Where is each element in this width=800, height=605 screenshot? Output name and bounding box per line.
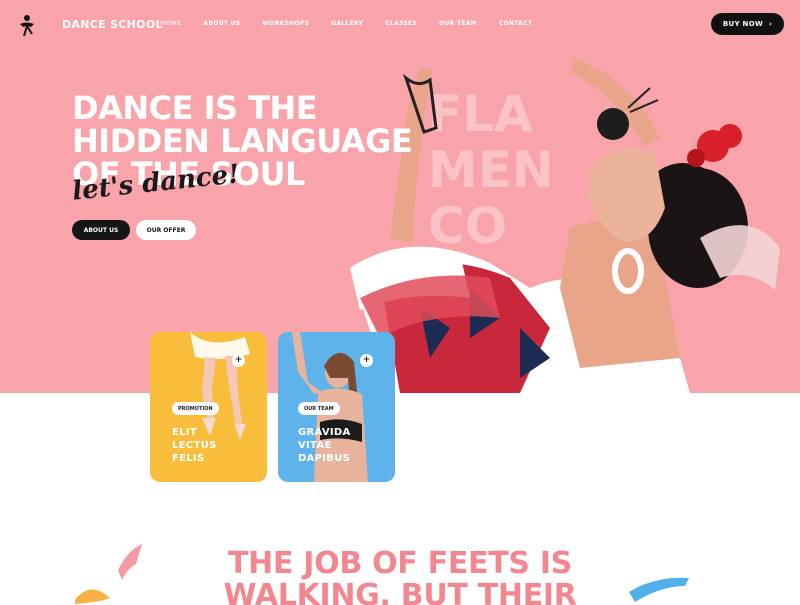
card-title-line: LECTUS <box>172 440 217 451</box>
promotion-card-title: ELIT LECTUS FELIS <box>172 426 252 465</box>
main-nav: HOME ABOUT US WORKSHOPS GALLERY CLASSES … <box>160 20 554 27</box>
dance-logo-icon[interactable] <box>14 12 40 38</box>
chevron-right-icon: › <box>768 20 773 28</box>
nav-our-team[interactable]: OUR TEAM <box>439 20 477 27</box>
nav-about-us[interactable]: ABOUT US <box>203 20 240 27</box>
plus-icon[interactable]: + <box>232 354 245 367</box>
card-title-line: GRAVIDA <box>298 427 351 438</box>
card-title-line: VITAE <box>298 440 332 451</box>
card-title-line: FELIS <box>172 453 205 464</box>
section-tagline: THE JOB OF FEETS IS WALKING, BUT THEIR <box>0 548 800 605</box>
tagline-line-2: WALKING, BUT THEIR <box>223 578 577 605</box>
buy-now-label: BUY NOW <box>722 20 763 28</box>
plus-icon[interactable]: + <box>360 354 373 367</box>
headline-line-2: HIDDEN LANGUAGE <box>72 122 413 160</box>
our-team-card-title: GRAVIDA VITAE DAPIBUS <box>298 426 378 465</box>
our-team-tag: OUR TEAM <box>298 402 340 415</box>
card-title-line: DAPIBUS <box>298 453 351 464</box>
promotion-tag: PROMOTION <box>172 402 219 415</box>
tagline-line-1: THE JOB OF FEETS IS <box>228 546 572 581</box>
nav-contact[interactable]: CONTACT <box>499 20 532 27</box>
nav-gallery[interactable]: GALLERY <box>331 20 363 27</box>
brand-name[interactable]: DANCE SCHOOL <box>62 18 163 31</box>
our-offer-button[interactable]: OUR OFFER <box>136 220 196 240</box>
nav-classes[interactable]: CLASSES <box>385 20 417 27</box>
hero-section: DANCE SCHOOL HOME ABOUT US WORKSHOPS GAL… <box>0 0 800 393</box>
nav-workshops[interactable]: WORKSHOPS <box>262 20 309 27</box>
card-title-line: ELIT <box>172 427 197 438</box>
headline-line-1: DANCE IS THE <box>72 89 318 127</box>
about-us-button[interactable]: ABOUT US <box>72 220 130 240</box>
nav-home[interactable]: HOME <box>160 20 181 27</box>
